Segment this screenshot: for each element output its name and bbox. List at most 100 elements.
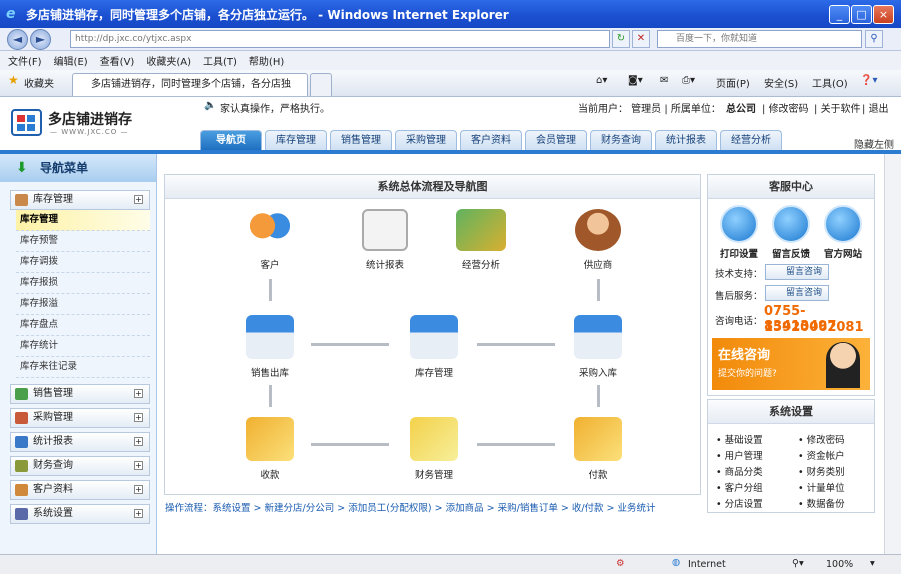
- menu-edit[interactable]: 编辑(E): [54, 53, 88, 68]
- node-purchase-in[interactable]: 采购入库: [563, 315, 633, 379]
- browser-tab[interactable]: 多店铺进销存，同时管理多个店铺，各分店独立...: [72, 73, 308, 111]
- favorites-button[interactable]: 收藏夹: [24, 75, 54, 90]
- sidebar-item-transfer[interactable]: 库存调拨: [16, 252, 150, 273]
- print-settings-button[interactable]: 打印设置: [716, 205, 762, 260]
- page-menu[interactable]: 页面(P): [716, 75, 750, 90]
- tab-analysis[interactable]: 经营分析: [720, 130, 782, 150]
- tech-consult-button[interactable]: 留言咨询: [765, 264, 829, 280]
- flow-steps[interactable]: 操作流程：系统设置 > 新建分店/分公司 > 添加员工(分配权限) > 添加商品…: [165, 500, 656, 514]
- after-consult-button[interactable]: 留言咨询: [765, 285, 829, 301]
- sidebar-item-records[interactable]: 库存来往记录: [16, 357, 150, 378]
- change-password-link[interactable]: | 修改密码: [762, 100, 809, 115]
- setting-users[interactable]: • 用户管理: [716, 448, 763, 462]
- sidebar-item-warning[interactable]: 库存预警: [16, 231, 150, 252]
- sidebar-item-loss[interactable]: 库存报损: [16, 273, 150, 294]
- node-inventory[interactable]: 库存管理: [399, 315, 469, 379]
- sidebar-item-inventory[interactable]: 库存管理: [16, 210, 150, 231]
- zoom-dropdown-icon[interactable]: ▾: [870, 558, 875, 569]
- zoom-level[interactable]: 100%: [826, 559, 853, 570]
- minimize-button[interactable]: _: [829, 5, 850, 24]
- online-consult-banner[interactable]: 在线咨询 提交你的问题?: [712, 338, 870, 390]
- sidebar-item-stats[interactable]: 库存统计: [16, 336, 150, 357]
- menu-tools[interactable]: 工具(T): [203, 53, 237, 68]
- node-analysis[interactable]: 经营分析: [446, 209, 516, 271]
- finance-icon: [15, 460, 28, 472]
- maximize-button[interactable]: □: [851, 5, 872, 24]
- menu-help[interactable]: 帮助(H): [249, 53, 284, 68]
- sidebar-group-settings[interactable]: 系统设置 +: [10, 504, 150, 524]
- logout-link[interactable]: | 退出: [862, 100, 889, 115]
- safety-menu[interactable]: 安全(S): [764, 75, 798, 90]
- arrow-down-icon: ⬇: [16, 160, 28, 176]
- protected-mode-icon[interactable]: ⚲▾: [792, 558, 804, 569]
- warehouse-out-icon: [246, 315, 294, 359]
- hide-left-link[interactable]: 隐藏左侧: [854, 136, 894, 151]
- settings-title: 系统设置: [708, 400, 874, 424]
- menu-favorites[interactable]: 收藏夹(A): [146, 53, 191, 68]
- search-input[interactable]: 百度一下，你就知道: [657, 30, 862, 48]
- setting-finance-types[interactable]: • 财务类别: [798, 464, 845, 478]
- about-link[interactable]: | 关于软件: [814, 100, 861, 115]
- setting-customer-groups[interactable]: • 客户分组: [716, 480, 763, 494]
- feedback-button[interactable]: 留言反馈: [768, 205, 814, 260]
- forward-button[interactable]: ►: [30, 29, 51, 50]
- sidebar-item-overflow[interactable]: 库存报溢: [16, 294, 150, 315]
- node-customer[interactable]: 客户: [235, 209, 305, 271]
- tab-reports[interactable]: 统计报表: [655, 130, 717, 150]
- arrow-down-4: [597, 385, 600, 407]
- help-icon[interactable]: ❓▾: [860, 75, 877, 86]
- setting-basic[interactable]: • 基础设置: [716, 432, 763, 446]
- tools-menu[interactable]: 工具(O): [812, 75, 848, 90]
- rss-icon[interactable]: ◙▾: [628, 75, 643, 86]
- calculator-icon: [410, 417, 458, 461]
- node-sales-out[interactable]: 销售出库: [235, 315, 305, 379]
- tab-members[interactable]: 会员管理: [525, 130, 587, 150]
- home-icon[interactable]: ⌂▾: [596, 75, 607, 86]
- setting-accounts[interactable]: • 资金帐户: [798, 448, 845, 462]
- stop-button[interactable]: ✕: [632, 30, 650, 48]
- node-pay[interactable]: 付款: [563, 417, 633, 481]
- logo-icon: [11, 109, 42, 136]
- new-tab-button[interactable]: [310, 73, 332, 96]
- tab-home[interactable]: 导航页: [200, 130, 262, 150]
- setting-units[interactable]: • 计量单位: [798, 480, 845, 494]
- sidebar-group-purchase[interactable]: 采购管理 +: [10, 408, 150, 428]
- close-window-button[interactable]: ×: [873, 5, 894, 24]
- refresh-button[interactable]: ↻: [612, 30, 630, 48]
- website-button[interactable]: 官方网站: [820, 205, 866, 260]
- menu-file[interactable]: 文件(F): [8, 53, 42, 68]
- sidebar-group-inventory[interactable]: 库存管理 +: [10, 190, 150, 210]
- tab-customers[interactable]: 客户资料: [460, 130, 522, 150]
- tab-purchase[interactable]: 采购管理: [395, 130, 457, 150]
- globe-icon: ◍: [672, 557, 681, 568]
- node-receive[interactable]: 收款: [235, 417, 305, 481]
- sidebar-group-sales[interactable]: 销售管理 +: [10, 384, 150, 404]
- setting-categories[interactable]: • 商品分类: [716, 464, 763, 478]
- service-panel: 客服中心 打印设置 留言反馈 官方网站 技术支持： 留言咨询 售后服务： 留言咨…: [707, 174, 875, 396]
- tab-inventory[interactable]: 库存管理: [265, 130, 327, 150]
- sidebar-group-reports[interactable]: 统计报表 +: [10, 432, 150, 452]
- mail-icon[interactable]: ✉: [660, 75, 668, 86]
- setting-branches[interactable]: • 分店设置: [716, 496, 763, 510]
- settings-panel: 系统设置 • 基础设置 • 修改密码 • 用户管理 • 资金帐户 • 商品分类 …: [707, 399, 875, 513]
- security-icon: ⚙: [616, 558, 625, 569]
- menu-bar: 文件(F) 编辑(E) 查看(V) 收藏夹(A) 工具(T) 帮助(H): [0, 51, 901, 70]
- sidebar-item-stocktake[interactable]: 库存盘点: [16, 315, 150, 336]
- menu-view[interactable]: 查看(V): [100, 53, 135, 68]
- setting-backup[interactable]: • 数据备份: [798, 496, 845, 510]
- setting-password[interactable]: • 修改密码: [798, 432, 845, 446]
- vertical-scrollbar[interactable]: [884, 154, 901, 554]
- address-input[interactable]: http://dp.jxc.co/ytjxc.aspx: [70, 30, 610, 48]
- node-report[interactable]: 统计报表: [350, 209, 420, 271]
- print-icon[interactable]: ⎙▾: [682, 75, 695, 86]
- tab-finance[interactable]: 财务查询: [590, 130, 652, 150]
- sidebar-group-customers[interactable]: 客户资料 +: [10, 480, 150, 500]
- back-button[interactable]: ◄: [7, 29, 28, 50]
- search-icon[interactable]: ⚲: [865, 30, 883, 48]
- sidebar-group-finance[interactable]: 财务查询 +: [10, 456, 150, 476]
- node-finance[interactable]: 财务管理: [399, 417, 469, 481]
- tab-sales[interactable]: 销售管理: [330, 130, 392, 150]
- main-nav-tabs: 导航页 库存管理 销售管理 采购管理 客户资料 会员管理 财务查询 统计报表 经…: [200, 130, 782, 150]
- after-sales-label: 售后服务：: [715, 291, 763, 302]
- node-supplier[interactable]: 供应商: [563, 209, 633, 271]
